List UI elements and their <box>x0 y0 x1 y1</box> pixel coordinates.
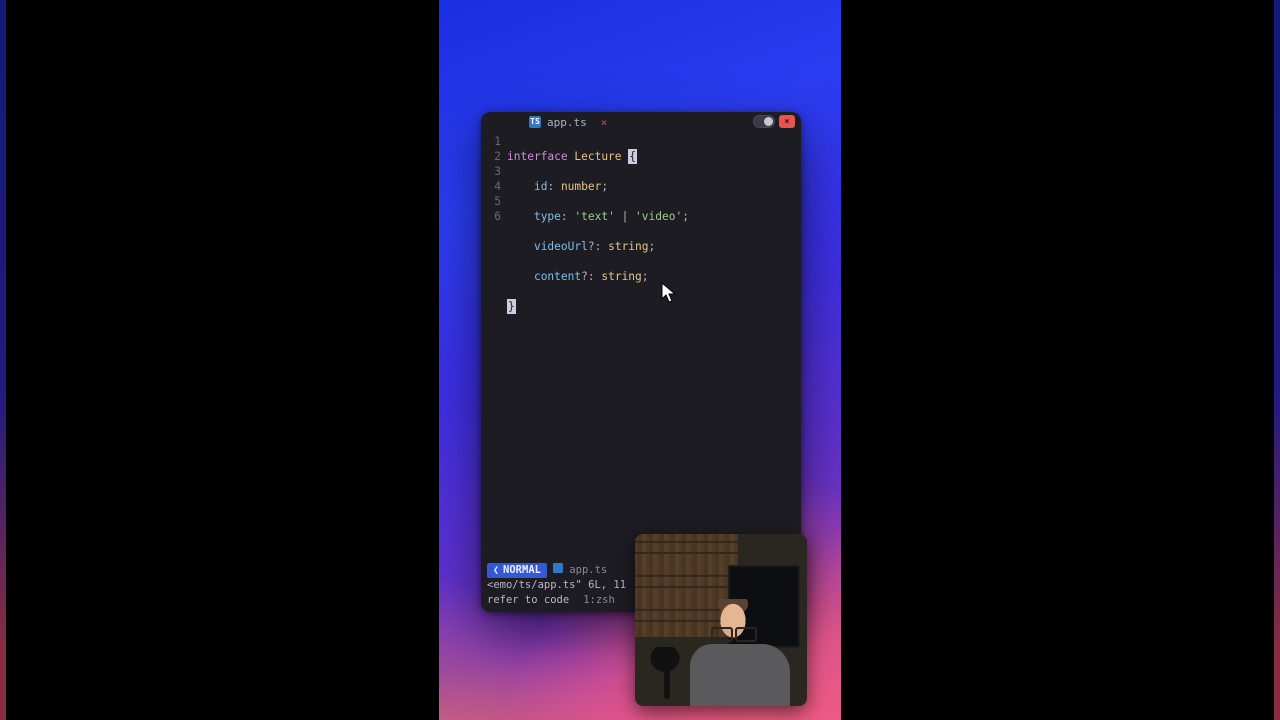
tab-close-icon[interactable]: × <box>601 116 608 129</box>
typescript-icon: TS <box>529 116 541 128</box>
status-file: app.ts <box>553 563 607 578</box>
line-number-gutter: 1 2 3 4 5 6 <box>481 134 507 344</box>
chevron-left-icon: ❮ <box>493 563 499 578</box>
tab-filename: app.ts <box>547 116 587 129</box>
code-line: id: number; <box>507 179 689 194</box>
code-line: content?: string; <box>507 269 689 284</box>
vim-mode-indicator: ❮ NORMAL <box>487 563 547 578</box>
webcam-overlay <box>635 534 807 706</box>
webcam-microphone <box>645 647 685 703</box>
center-column: TS app.ts × × 1 2 3 4 5 6 inte <box>84 0 1196 720</box>
file-tab[interactable]: TS app.ts × <box>529 116 607 129</box>
status-filename: app.ts <box>569 564 607 576</box>
cursor-brace: } <box>507 299 516 314</box>
vim-mode-text: NORMAL <box>503 563 541 578</box>
line-number: 2 <box>481 149 501 164</box>
phone-frame: TS app.ts × × 1 2 3 4 5 6 inte <box>439 0 841 720</box>
line-number: 3 <box>481 164 501 179</box>
column-pad-right <box>841 0 1196 720</box>
window-close-button[interactable]: × <box>779 115 795 128</box>
code-line: } <box>507 299 689 314</box>
code-area[interactable]: 1 2 3 4 5 6 interface Lecture { id: numb… <box>481 132 801 344</box>
line-number: 5 <box>481 194 501 209</box>
status-path-line: <emo/ts/app.ts" 6L, 11 <box>487 578 626 593</box>
letterbox-left <box>0 0 84 720</box>
code-content: interface Lecture { id: number; type: 't… <box>507 134 689 344</box>
column-pad-left <box>84 0 439 720</box>
code-line: videoUrl?: string; <box>507 239 689 254</box>
code-line: type: 'text' | 'video'; <box>507 209 689 224</box>
status-process: 1:zsh <box>583 593 615 608</box>
code-line: interface Lecture { <box>507 149 689 164</box>
line-number: 1 <box>481 134 501 149</box>
line-number: 6 <box>481 209 501 224</box>
webcam-glasses <box>711 627 757 639</box>
window-controls: × <box>753 115 795 128</box>
theme-toggle[interactable] <box>753 115 775 128</box>
status-session-name: refer to code <box>487 593 569 608</box>
cursor-brace: { <box>628 149 637 164</box>
letterbox-right <box>1196 0 1280 720</box>
file-icon <box>553 563 563 573</box>
titlebar: TS app.ts × × <box>481 112 801 132</box>
line-number: 4 <box>481 179 501 194</box>
